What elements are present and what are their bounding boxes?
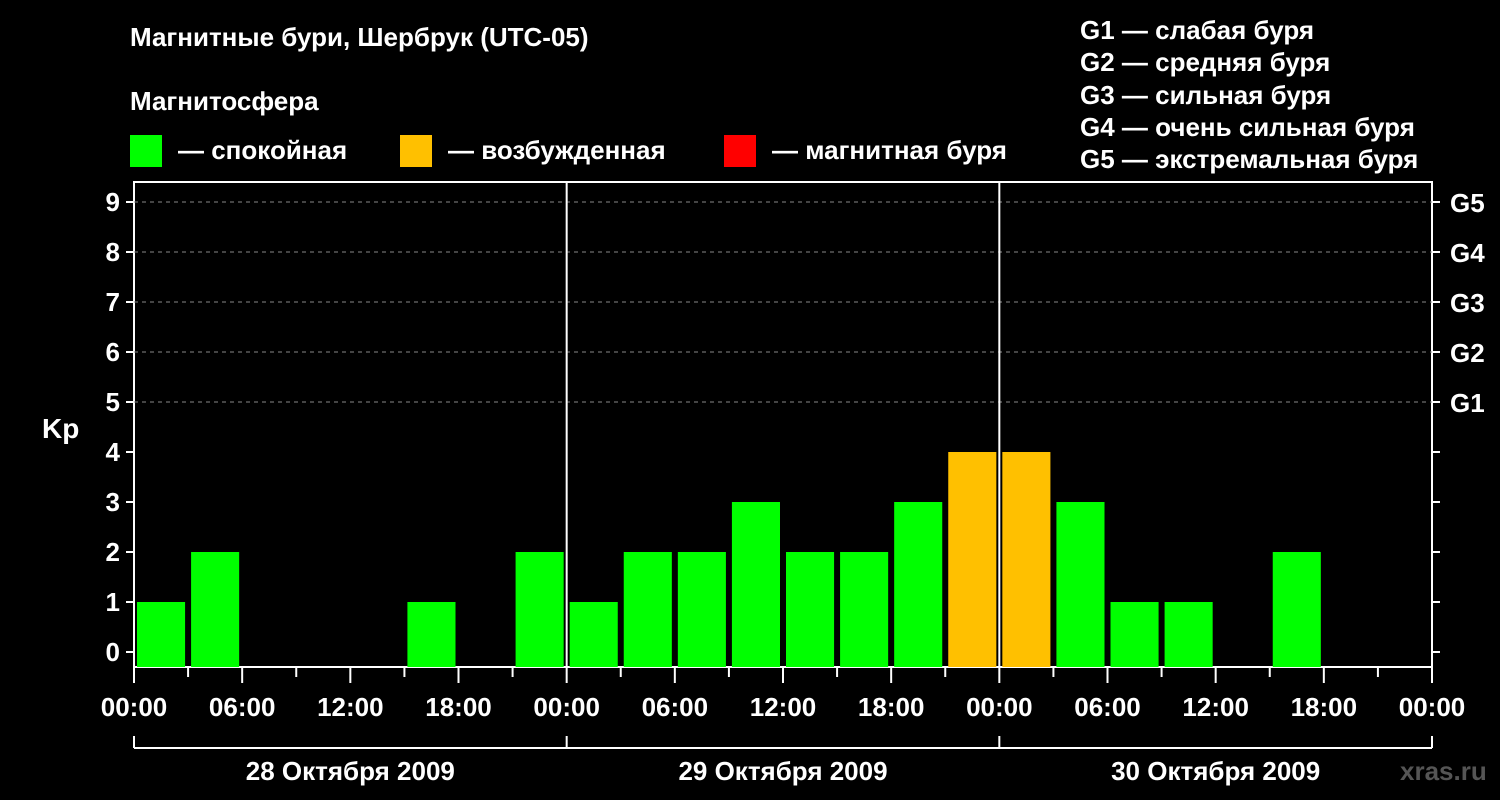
y-tick-label: 5 <box>106 387 120 417</box>
g-level-label: G5 <box>1450 188 1485 218</box>
kp-bar <box>569 602 618 667</box>
day-label: 30 Октября 2009 <box>1111 756 1320 786</box>
kp-bar <box>894 502 943 667</box>
x-tick-label: 00:00 <box>966 692 1033 722</box>
kp-bar <box>731 502 780 667</box>
kp-bar <box>1164 602 1213 667</box>
kp-bar <box>191 552 240 667</box>
kp-bar <box>137 602 186 667</box>
y-tick-label: 1 <box>106 587 120 617</box>
kp-bar <box>407 602 456 667</box>
kp-bar <box>1272 552 1321 667</box>
x-tick-label: 06:00 <box>209 692 276 722</box>
y-tick-label: 4 <box>106 437 121 467</box>
x-tick-label: 00:00 <box>533 692 600 722</box>
kp-bar <box>623 552 672 667</box>
x-tick-label: 18:00 <box>858 692 925 722</box>
kp-bar <box>515 552 564 667</box>
x-tick-label: 18:00 <box>1291 692 1358 722</box>
y-tick-label: 0 <box>106 637 120 667</box>
x-tick-label: 06:00 <box>642 692 709 722</box>
g-level-label: G4 <box>1450 238 1485 268</box>
y-tick-label: 7 <box>106 287 120 317</box>
x-tick-label: 12:00 <box>750 692 817 722</box>
kp-bar <box>1110 602 1159 667</box>
kp-bar <box>786 552 835 667</box>
day-label: 29 Октября 2009 <box>678 756 887 786</box>
x-tick-label: 12:00 <box>317 692 384 722</box>
g-level-label: G2 <box>1450 338 1485 368</box>
kp-bar <box>840 552 889 667</box>
y-tick-label: 8 <box>106 237 120 267</box>
g-level-label: G3 <box>1450 288 1485 318</box>
kp-bar <box>1056 502 1105 667</box>
y-tick-label: 9 <box>106 187 120 217</box>
x-tick-label: 18:00 <box>425 692 492 722</box>
watermark: xras.ru <box>1400 756 1487 786</box>
kp-bar <box>1002 452 1051 667</box>
y-tick-label: 6 <box>106 337 120 367</box>
g-level-label: G1 <box>1450 388 1485 418</box>
kp-bar <box>677 552 726 667</box>
x-tick-label: 00:00 <box>1399 692 1466 722</box>
plot-frame <box>133 181 1433 668</box>
y-axis-label: Kp <box>42 413 79 444</box>
x-tick-label: 06:00 <box>1074 692 1141 722</box>
day-label: 28 Октября 2009 <box>246 756 455 786</box>
x-tick-label: 00:00 <box>101 692 168 722</box>
kp-chart: 0 1 2 3 4 5 6 7 8 9 G1 G2 G3 G4 G5 Kp 00:00 06:00 12:00 18:… <box>42 181 1485 786</box>
y-tick-label: 2 <box>106 537 120 567</box>
kp-bar <box>948 452 997 667</box>
y-tick-label: 3 <box>106 487 120 517</box>
x-tick-label: 12:00 <box>1182 692 1249 722</box>
